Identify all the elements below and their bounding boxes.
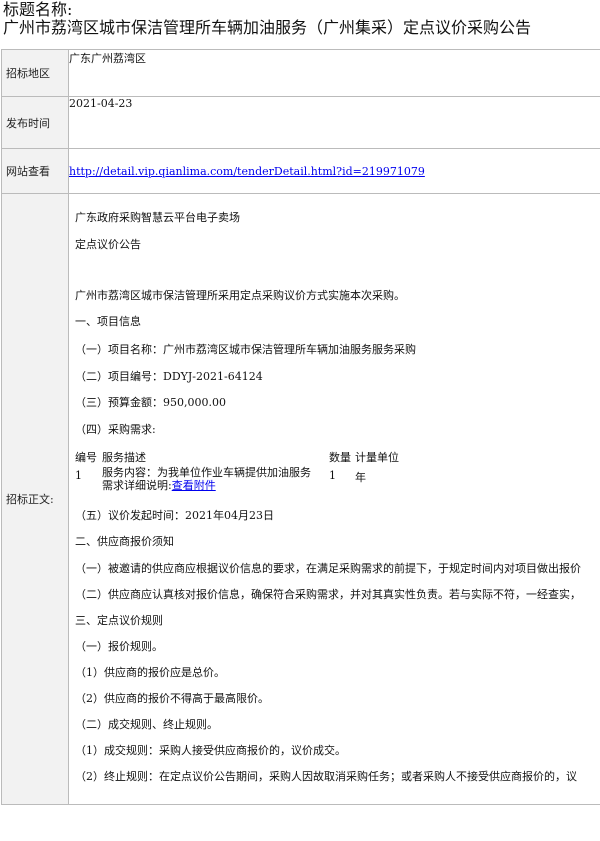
req-row-no: 1 [75,469,82,482]
quote-rule-2: （2）供应商的报价不得高于最高限价。 [75,692,269,705]
date-row: 发布时间 2021-04-23 [1,96,600,149]
termination-rule: （2）终止规则：在定点议价公告期间，采购人因故取消采购任务；或者采购人不接受供应… [75,770,577,783]
title-label: 标题名称: [3,0,73,19]
req-header-desc: 服务描述 [102,451,146,464]
platform-name: 广东政府采购智慧云平台电子卖场 [75,211,240,224]
region-value: 广东广州荔湾区 [68,49,600,97]
requirements-heading: （四）采购需求: [75,423,156,436]
req-header-no: 编号 [75,451,97,464]
req-header-unit: 计量单位 [355,451,399,464]
section-1-heading: 一、项目信息 [75,315,141,328]
site-cell: http://detail.vip.qianlima.com/tenderDet… [68,148,600,194]
req-row-unit: 年 [355,471,366,484]
body-row: 招标正文: 广东政府采购智慧云平台电子卖场 定点议价公告 广州市荔湾区城市保洁管… [1,193,600,805]
section-2-heading: 二、供应商报价须知 [75,535,174,548]
title-block: 标题名称: 广州市荔湾区城市保洁管理所车辆加油服务（广州集采）定点议价采购公告 [0,0,600,37]
intro-text: 广州市荔湾区城市保洁管理所采用定点采购议价方式实施本次采购。 [75,289,405,302]
project-number: （二）项目编号：DDYJ-2021-64124 [75,370,263,383]
page-title: 广州市荔湾区城市保洁管理所车辆加油服务（广州集采）定点议价采购公告 [3,18,532,37]
req-row-desc-detail: 需求详细说明:查看附件 [102,477,216,493]
section-3-heading: 三、定点议价规则 [75,614,163,627]
site-row: 网站查看 http://detail.vip.qianlima.com/tend… [1,148,600,194]
quote-notice-1: （一）被邀请的供应商应根据议价信息的要求，在满足采购需求的前提下，于规定时间内对… [75,562,581,575]
req-row-qty: 1 [329,469,336,482]
deal-rule: （1）成交规则：采购人接受供应商报价的，议价成交。 [75,744,346,757]
site-label: 网站查看 [1,148,69,194]
info-table: 招标地区 广东广州荔湾区 发布时间 2021-04-23 网站查看 http:/… [1,49,600,805]
notice-type: 定点议价公告 [75,238,141,251]
quote-rules-heading: （一）报价规则。 [75,640,163,653]
req-detail-prefix: 需求详细说明: [102,479,172,492]
deal-rules-heading: （二）成交规则、终止规则。 [75,718,218,731]
budget-amount: （三）预算金额：950,000.00 [75,396,226,409]
region-row: 招标地区 广东广州荔湾区 [1,49,600,97]
body-label: 招标正文: [1,193,69,805]
req-header-qty: 数量 [329,451,351,464]
project-name: （一）项目名称：广州市荔湾区城市保洁管理所车辆加油服务服务采购 [75,343,416,356]
date-value: 2021-04-23 [68,96,600,149]
quote-notice-2: （二）供应商应认真核对报价信息，确保符合采购需求，并对其真实性负责。若与实际不符… [75,588,581,601]
notice-body: 广东政府采购智慧云平台电子卖场 定点议价公告 广州市荔湾区城市保洁管理所采用定点… [69,194,600,804]
start-time: （五）议价发起时间：2021年04月23日 [75,509,274,522]
date-label: 发布时间 [1,96,69,149]
body-cell: 广东政府采购智慧云平台电子卖场 定点议价公告 广州市荔湾区城市保洁管理所采用定点… [68,193,600,805]
site-link[interactable]: http://detail.vip.qianlima.com/tenderDet… [69,165,425,178]
quote-rule-1: （1）供应商的报价应是总价。 [75,666,225,679]
view-attachment-link[interactable]: 查看附件 [172,479,216,492]
region-label: 招标地区 [1,49,69,97]
